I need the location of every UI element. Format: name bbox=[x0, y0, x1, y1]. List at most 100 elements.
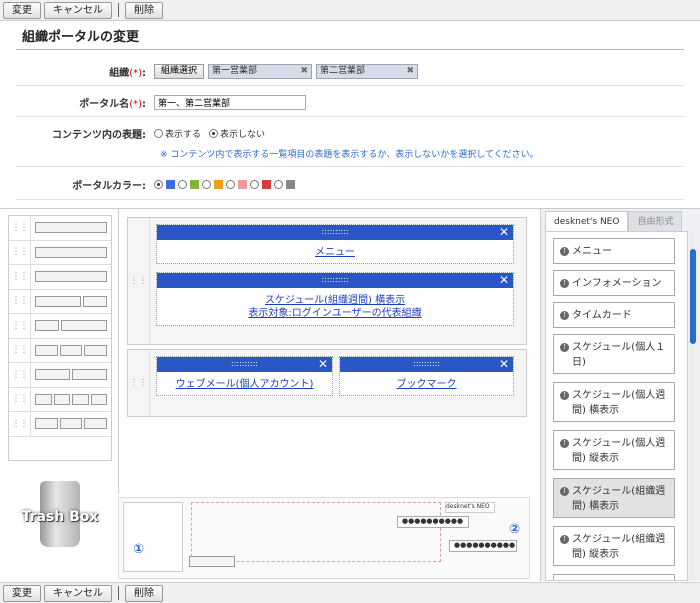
help-tab: desknet's NEO bbox=[445, 502, 495, 513]
layout-cell bbox=[72, 393, 89, 405]
layout-cell bbox=[35, 320, 59, 332]
layout-cell bbox=[53, 393, 70, 405]
block-link[interactable]: ブックマーク bbox=[340, 372, 513, 391]
close-icon[interactable]: ✕ bbox=[318, 357, 328, 371]
content-item[interactable]: ! スケジュール(個人週間) 縦表示 bbox=[553, 430, 675, 470]
drag-handle-icon[interactable]: ⋮⋮ bbox=[9, 216, 31, 240]
layout-cell bbox=[35, 418, 58, 430]
org-select-button[interactable]: 組織選択 bbox=[154, 64, 205, 79]
hide-radio[interactable] bbox=[209, 129, 219, 138]
row-drag-handle[interactable]: ⋮⋮ bbox=[128, 350, 150, 416]
drag-handle-icon[interactable]: ⋮⋮ bbox=[9, 338, 31, 362]
portal-name-input[interactable] bbox=[154, 95, 306, 110]
layout-option[interactable]: ⋮⋮ bbox=[9, 363, 111, 388]
delete-button[interactable]: 削除 bbox=[125, 1, 163, 19]
layout-cell bbox=[35, 344, 58, 356]
trash-label: Trash Box bbox=[21, 509, 99, 525]
layout-row-2[interactable]: ⋮⋮ :::::::::: ✕ ウェブメール(個人アカウント) :::::::::… bbox=[127, 349, 527, 417]
content-block-webmail[interactable]: :::::::::: ✕ ウェブメール(個人アカウント) bbox=[156, 356, 333, 396]
toolbar-separator bbox=[118, 586, 119, 600]
drag-handle-icon[interactable]: ⋮⋮ bbox=[9, 289, 31, 313]
block-link[interactable]: ウェブメール(個人アカウント) bbox=[157, 372, 332, 391]
layout-option[interactable]: ⋮⋮ bbox=[9, 412, 111, 437]
content-item[interactable]: ! スケジュール(個人週間) 横表示 bbox=[553, 382, 675, 422]
content-item[interactable]: ! メニュー bbox=[553, 238, 675, 264]
color-radio[interactable] bbox=[250, 180, 259, 189]
content-item-label: インフォメーション bbox=[572, 278, 662, 289]
layout-option[interactable]: ⋮⋮ bbox=[9, 265, 111, 290]
content-block-bookmark[interactable]: :::::::::: ✕ ブックマーク bbox=[339, 356, 514, 396]
content-block-menu[interactable]: :::::::::: ✕ メニュー bbox=[156, 224, 514, 264]
block-link[interactable]: スケジュール(組織週間) 横表示 bbox=[265, 295, 405, 306]
portal-name-label: ポータル名(*): bbox=[79, 99, 146, 110]
drag-handle-icon[interactable]: ⋮⋮ bbox=[9, 387, 31, 411]
color-swatch bbox=[286, 180, 295, 189]
delete-button[interactable]: 削除 bbox=[125, 584, 163, 602]
content-item[interactable]: !スケジュール(個人月 bbox=[553, 574, 675, 581]
close-icon[interactable]: ✕ bbox=[499, 273, 509, 287]
layout-cell bbox=[90, 393, 107, 405]
drag-handle-icon[interactable]: ⋮⋮ bbox=[9, 412, 31, 436]
layout-cell bbox=[35, 222, 107, 234]
cancel-button[interactable]: キャンセル bbox=[44, 584, 112, 602]
layout-option[interactable]: ⋮⋮ bbox=[9, 338, 111, 363]
help-item: ●●●●●●●●●● bbox=[449, 540, 517, 552]
portal-color-row: ポータルカラー: bbox=[0, 177, 700, 192]
change-button[interactable]: 変更 bbox=[3, 1, 41, 19]
color-swatch bbox=[214, 180, 223, 189]
close-icon[interactable]: ✕ bbox=[499, 225, 509, 239]
content-block-schedule[interactable]: :::::::::: ✕ スケジュール(組織週間) 横表示 表示対象:ログインユーザ… bbox=[156, 272, 514, 326]
show-radio[interactable] bbox=[154, 129, 163, 138]
drag-handle-icon[interactable]: ⋮⋮ bbox=[9, 265, 31, 289]
scrollbar[interactable] bbox=[689, 231, 697, 581]
info-icon: ! bbox=[560, 343, 569, 352]
layout-option[interactable]: ⋮⋮ bbox=[9, 289, 111, 314]
show-option[interactable]: 表示する bbox=[154, 127, 201, 140]
content-item[interactable]: ! タイムカード bbox=[553, 302, 675, 328]
color-radio[interactable] bbox=[226, 180, 235, 189]
content-item[interactable]: ! スケジュール(個人１日) bbox=[553, 334, 675, 374]
hide-option[interactable]: 表示しない bbox=[209, 127, 265, 140]
content-item[interactable]: ! スケジュール(組織週間) 縦表示 bbox=[553, 526, 675, 566]
color-radio[interactable] bbox=[274, 180, 283, 189]
cancel-button[interactable]: キャンセル bbox=[44, 1, 112, 19]
color-radio[interactable] bbox=[178, 180, 187, 189]
block-link[interactable]: メニュー bbox=[157, 240, 513, 259]
portal-canvas: ⋮⋮ :::::::::: ✕ メニュー :::::::::: ✕ スケジュール(組… bbox=[118, 209, 533, 494]
block-link[interactable]: 表示対象:ログインユーザーの代表組織 bbox=[248, 308, 421, 319]
change-button[interactable]: 変更 bbox=[3, 584, 41, 602]
drag-handle-icon[interactable]: ⋮⋮ bbox=[9, 240, 31, 264]
layout-option[interactable]: ⋮⋮ bbox=[9, 387, 111, 412]
color-radio[interactable] bbox=[202, 180, 211, 189]
content-item-list: ! メニュー! インフォメーション! タイムカード! スケジュール(個人１日)! スケジュ… bbox=[545, 231, 688, 581]
layout-palette: ⋮⋮ ⋮⋮ ⋮⋮ ⋮⋮ ⋮⋮ ⋮⋮ ⋮⋮ ⋮⋮ ⋮⋮ bbox=[8, 215, 112, 461]
content-item[interactable]: ! インフォメーション bbox=[553, 270, 675, 296]
drag-handle-icon[interactable]: ⋮⋮ bbox=[9, 314, 31, 338]
row-drag-handle[interactable]: ⋮⋮ bbox=[128, 218, 150, 344]
page-title: 組織ポータルの変更 bbox=[22, 30, 140, 45]
trash-box[interactable]: Trash Box bbox=[16, 481, 104, 561]
color-radio[interactable] bbox=[154, 180, 163, 189]
info-icon: ! bbox=[560, 279, 569, 288]
info-icon: ! bbox=[560, 247, 569, 256]
scrollbar-thumb[interactable] bbox=[690, 249, 696, 344]
info-icon: ! bbox=[560, 487, 569, 496]
drag-handle-icon[interactable]: ⋮⋮ bbox=[9, 363, 31, 387]
info-icon: ! bbox=[560, 439, 569, 448]
tab-free-format[interactable]: 自由形式 bbox=[628, 211, 683, 231]
color-swatch bbox=[238, 180, 247, 189]
layout-cell bbox=[83, 295, 107, 307]
remove-icon[interactable]: ✖ bbox=[406, 65, 414, 78]
layout-option[interactable]: ⋮⋮ bbox=[9, 314, 111, 339]
content-item-label: タイムカード bbox=[572, 310, 632, 321]
layout-option[interactable]: ⋮⋮ bbox=[9, 216, 111, 241]
remove-icon[interactable]: ✖ bbox=[300, 65, 308, 78]
layout-option[interactable]: ⋮⋮ bbox=[9, 240, 111, 265]
content-item-label: スケジュール(個人１日) bbox=[572, 342, 666, 368]
layout-cell bbox=[59, 418, 83, 430]
layout-row-1[interactable]: ⋮⋮ :::::::::: ✕ メニュー :::::::::: ✕ スケジュール(組… bbox=[127, 217, 527, 345]
close-icon[interactable]: ✕ bbox=[499, 357, 509, 371]
content-item-label: スケジュール(個人月 bbox=[572, 580, 665, 581]
content-item[interactable]: ! スケジュール(組織週間) 横表示 bbox=[553, 478, 675, 518]
tab-desknets-neo[interactable]: desknet's NEO bbox=[545, 211, 629, 231]
